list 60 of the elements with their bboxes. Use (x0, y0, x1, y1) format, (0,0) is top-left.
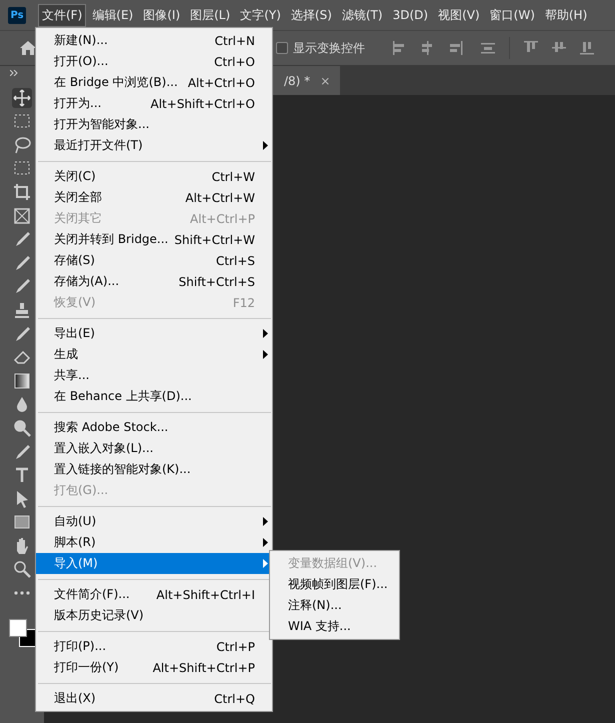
align-icon[interactable] (524, 41, 538, 55)
menu-item[interactable]: 视频帧到图层(F)... (270, 574, 399, 595)
menu-item[interactable]: 打开(O)... Ctrl+O (36, 51, 272, 72)
tab-title: /8) * (284, 74, 310, 88)
search-tool-icon[interactable] (12, 559, 32, 580)
align-icon[interactable] (421, 41, 435, 55)
home-icon[interactable] (20, 41, 36, 55)
menu-item[interactable]: 置入嵌入对象(L)... (36, 438, 272, 459)
menu-item[interactable]: 打开为智能对象... (36, 114, 272, 135)
menu-item[interactable]: 打印(P)... Ctrl+P (36, 636, 272, 657)
menu-item[interactable]: 文件简介(F)... Alt+Shift+Ctrl+I (36, 584, 272, 605)
menu-item[interactable]: 共享... (36, 365, 272, 386)
menu-bar-item[interactable]: 图层(L) (186, 4, 234, 26)
menu-bar-item[interactable]: 帮助(H) (540, 4, 592, 26)
gradient-tool-icon[interactable] (12, 370, 32, 391)
menu-bar-item[interactable]: 选择(S) (286, 4, 336, 26)
align-icon[interactable] (393, 41, 407, 55)
crop-tool-icon[interactable] (12, 182, 32, 202)
menu-item[interactable]: 关闭全部 Alt+Ctrl+W (36, 187, 272, 208)
menu-item[interactable]: 退出(X) Ctrl+Q (36, 688, 272, 709)
menu-item[interactable]: 存储为(A)... Shift+Ctrl+S (36, 271, 272, 292)
menu-bar-item[interactable]: 窗口(W) (486, 4, 539, 26)
expand-icon[interactable] (10, 70, 18, 76)
menu-item[interactable]: 新建(N)... Ctrl+N (36, 30, 272, 51)
menu-bar-item[interactable]: 文件(F) (38, 4, 86, 26)
frame-tool-icon[interactable] (12, 206, 32, 226)
menu-item[interactable]: 打开为... Alt+Shift+Ctrl+O (36, 93, 272, 114)
menu-item[interactable]: 在 Behance 上共享(D)... (36, 386, 272, 407)
menu-item[interactable]: 在 Bridge 中浏览(B)... Alt+Ctrl+O (36, 72, 272, 93)
checkbox[interactable] (276, 42, 288, 54)
align-icon[interactable] (552, 41, 566, 55)
menu-bar-item[interactable]: 视图(V) (434, 4, 484, 26)
zoomtool-tool-icon[interactable] (12, 418, 32, 438)
menu-item[interactable]: 最近打开文件(T) (36, 135, 272, 156)
menu-item[interactable]: 脚本(R) (36, 532, 272, 553)
menu-item[interactable]: 打印一份(Y) Alt+Shift+Ctrl+P (36, 657, 272, 678)
close-button[interactable]: × (320, 74, 330, 88)
menu-item[interactable]: 置入链接的智能对象(K)... (36, 459, 272, 480)
menu-item[interactable]: 关闭(C) Ctrl+W (36, 166, 272, 187)
menu-item[interactable]: 导入(M) (36, 553, 272, 574)
menu-bar-item[interactable]: 3D(D) (388, 5, 432, 25)
distribute-icon[interactable] (481, 41, 495, 55)
menu-item[interactable]: 存储(S) Ctrl+S (36, 250, 272, 271)
menu-bar-item[interactable]: 文字(Y) (236, 4, 285, 26)
align-icon[interactable] (580, 41, 594, 55)
menu-item[interactable]: 注释(N)... (270, 595, 399, 616)
menu-bar-item[interactable]: 滤镜(T) (338, 4, 387, 26)
menu-item[interactable]: 搜索 Adobe Stock... (36, 417, 272, 438)
menu-item[interactable]: WIA 支持... (270, 616, 399, 637)
menu-bar-item[interactable]: 编辑(E) (88, 4, 138, 26)
menu-bar-item[interactable]: 图像(I) (139, 4, 184, 26)
menu-item[interactable]: 关闭并转到 Bridge... Shift+Ctrl+W (36, 229, 272, 250)
align-icon[interactable] (449, 41, 463, 55)
checkbox-label: 显示变换控件 (293, 40, 365, 56)
menu-item[interactable]: 版本历史记录(V) (36, 605, 272, 626)
menu-item[interactable]: 生成 (36, 344, 272, 365)
menu-item[interactable]: 导出(E) (36, 323, 272, 344)
move-tool-icon[interactable] (12, 88, 32, 108)
menu-item[interactable]: 自动(U) (36, 511, 272, 532)
app-logo: Ps (8, 6, 26, 24)
